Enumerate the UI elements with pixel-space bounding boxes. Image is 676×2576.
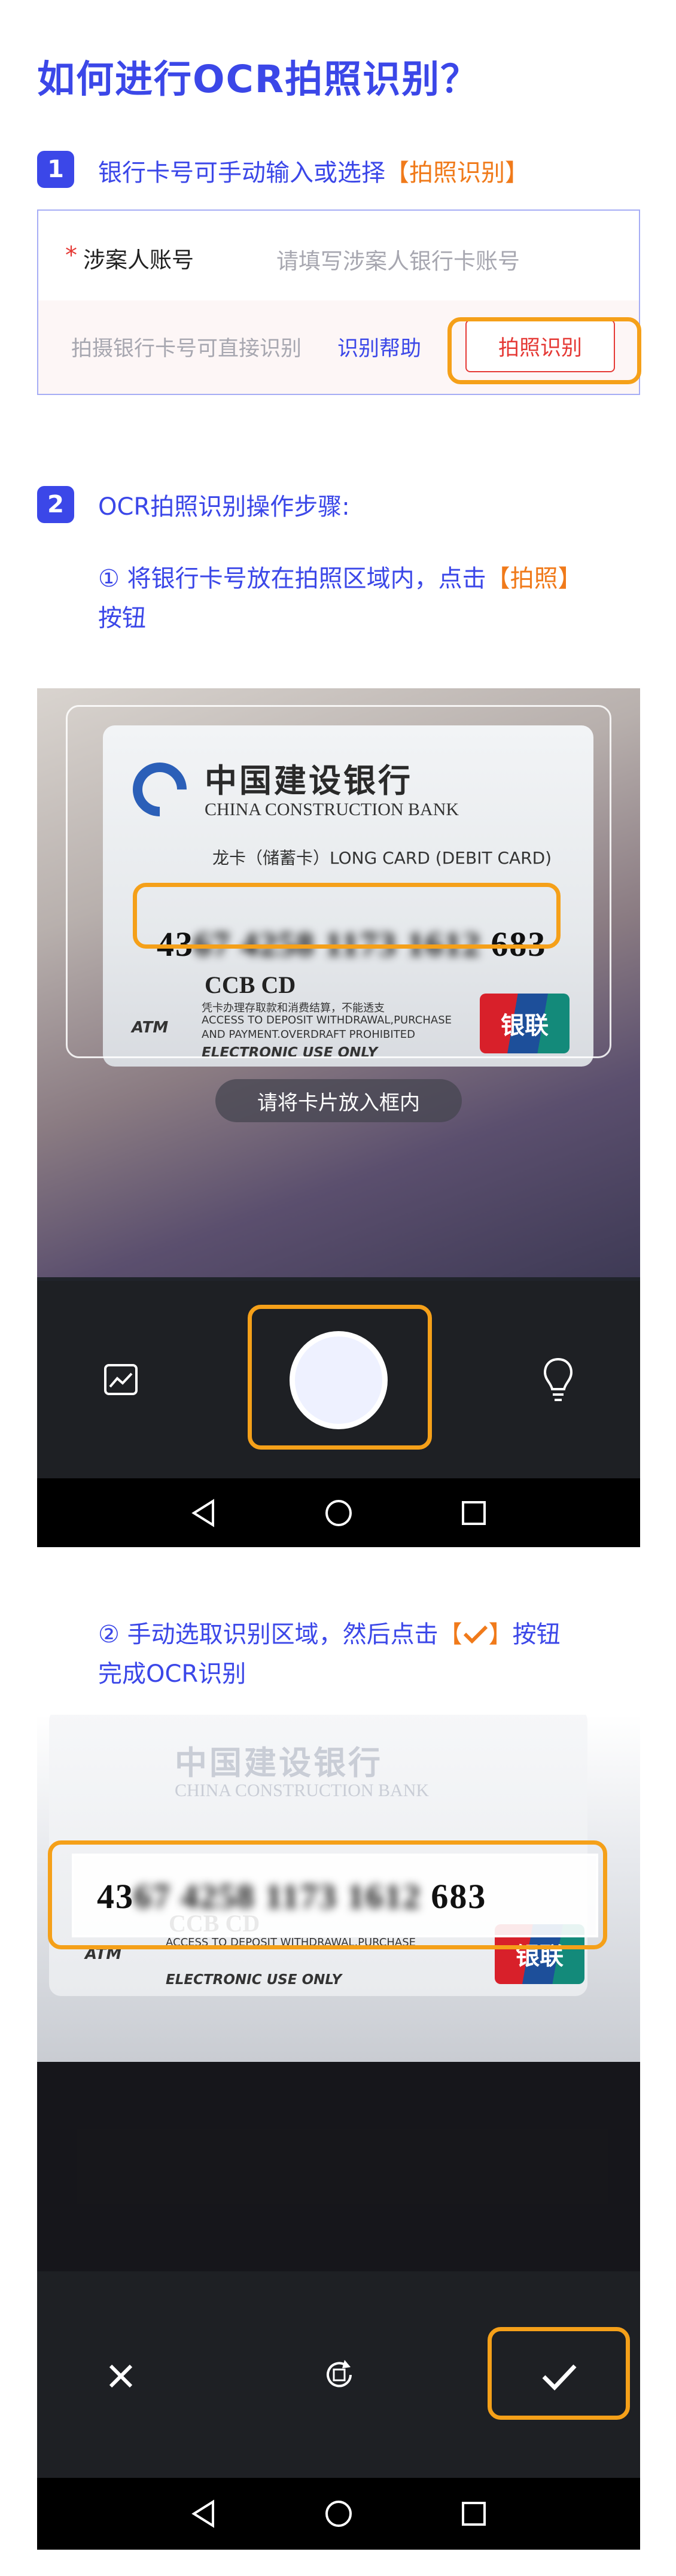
required-mark: *: [65, 242, 77, 269]
electronic-use-crop: ELECTRONIC USE ONLY: [166, 1972, 342, 1988]
step-1-text-prefix: 银行卡号可手动输入或选择: [98, 159, 385, 187]
step-1-text-highlight: 【拍照识别】: [385, 159, 529, 187]
square-recent-icon[interactable]: [457, 2497, 491, 2531]
gallery-icon[interactable]: [100, 1359, 142, 1401]
step-2-sub-2-line-2: 完成OCR识别: [98, 1660, 246, 1688]
step-2-sub-1-prefix: ① 将银行卡号放在拍照区域内，点击: [98, 565, 486, 593]
step-2-sub-1: ① 将银行卡号放在拍照区域内，点击【拍照】 按钮: [98, 559, 654, 638]
step-2-sub-2: ② 手动选取识别区域，然后点击【 】按钮 完成OCR识别: [98, 1615, 654, 1694]
page-title: 如何进行OCR拍照识别？: [37, 57, 480, 101]
bulb-icon[interactable]: [537, 1356, 579, 1405]
shutter-highlight: [248, 1305, 432, 1450]
nav-bar: [37, 1478, 640, 1547]
step-2-badge: 2: [37, 486, 74, 523]
crop-highlight: [48, 1840, 607, 1949]
crop-dim-area: [37, 2062, 640, 2271]
step-1-badge: 1: [37, 151, 74, 188]
step-1-text: 银行卡号可手动输入或选择【拍照识别】: [98, 153, 529, 188]
circle-home-icon[interactable]: [322, 1496, 355, 1530]
step-2-sub-2-suffix: 按钮: [512, 1621, 561, 1648]
account-field-row: * 涉案人账号 请填写涉案人银行卡账号: [38, 211, 639, 300]
account-label: 涉案人账号: [83, 247, 194, 273]
step-2-sub-1-highlight: 【拍照】: [486, 565, 582, 593]
step-2-sub-2-highlight-open: 【: [438, 1621, 462, 1648]
crop-screen: 中国建设银行 CHINA CONSTRUCTION BANK CCB CD AT…: [37, 1715, 640, 2550]
triangle-back-icon[interactable]: [187, 2497, 220, 2531]
step-2-sub-2-prefix: ② 手动选取识别区域，然后点击: [98, 1621, 439, 1648]
bank-name-en-faded: CHINA CONSTRUCTION BANK: [175, 1781, 430, 1800]
photo-hint: 拍摄银行卡号可直接识别: [71, 337, 302, 361]
scan-frame: [66, 705, 611, 1058]
bank-name-cn-faded: 中国建设银行: [175, 1743, 383, 1782]
confirm-highlight: [488, 2327, 630, 2420]
step-2-sub-2-highlight-close: 】: [488, 1621, 513, 1648]
help-link[interactable]: 识别帮助: [337, 332, 421, 362]
close-icon[interactable]: [100, 2355, 142, 2397]
ocr-button-highlight: [447, 317, 641, 384]
camera-hint: 请将卡片放入框内: [215, 1079, 462, 1122]
account-input[interactable]: 请填写涉案人银行卡账号: [276, 243, 520, 275]
rotate-icon[interactable]: [318, 2354, 360, 2396]
check-icon: [462, 1621, 489, 1648]
circle-home-icon[interactable]: [322, 2497, 355, 2531]
step-2-sub-1-suffix: 按钮: [98, 604, 146, 632]
triangle-back-icon[interactable]: [187, 1496, 220, 1530]
crop-nav-bar: [37, 2478, 640, 2550]
card-number-highlight: [133, 883, 561, 949]
step-2-text: OCR拍照识别操作步骤:: [98, 493, 350, 521]
square-recent-icon[interactable]: [457, 1496, 491, 1530]
